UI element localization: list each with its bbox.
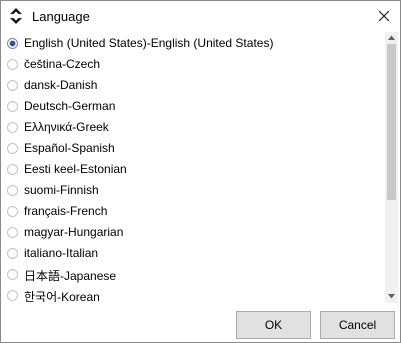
language-item[interactable]: 日本語-Japanese <box>1 264 381 285</box>
language-item[interactable]: Eesti keel-Estonian <box>1 159 381 180</box>
scroll-track[interactable] <box>387 44 396 291</box>
language-radio[interactable] <box>7 101 18 112</box>
title-bar: Language <box>1 1 400 32</box>
language-radio[interactable] <box>7 206 18 217</box>
language-radio[interactable] <box>7 248 18 259</box>
close-button[interactable] <box>368 1 400 32</box>
diamond-arrows-icon <box>9 8 23 24</box>
language-radio[interactable] <box>7 59 18 70</box>
language-radio[interactable] <box>7 80 18 91</box>
language-item[interactable]: čeština-Czech <box>1 54 381 75</box>
language-label: Deutsch-German <box>24 99 116 113</box>
language-radio[interactable] <box>7 185 18 196</box>
language-label: čeština-Czech <box>24 57 101 71</box>
language-label: dansk-Danish <box>24 78 98 92</box>
language-item[interactable]: English (United States)-English (United … <box>1 33 381 54</box>
close-icon <box>378 10 390 22</box>
language-item[interactable]: dansk-Danish <box>1 75 381 96</box>
language-label: Español-Spanish <box>24 141 115 155</box>
language-item[interactable]: italiano-Italian <box>1 243 381 264</box>
language-item[interactable]: Español-Spanish <box>1 138 381 159</box>
language-label: 日本語-Japanese <box>24 269 117 283</box>
language-radio[interactable] <box>7 269 18 280</box>
language-item[interactable]: magyar-Hungarian <box>1 222 381 243</box>
scroll-thumb[interactable] <box>387 44 396 200</box>
language-label: italiano-Italian <box>24 246 99 260</box>
scroll-down-arrow-icon <box>388 294 395 299</box>
language-list[interactable]: English (United States)-English (United … <box>1 32 385 302</box>
language-item[interactable]: Ελληνικά-Greek <box>1 117 381 138</box>
language-label: 한국어-Korean <box>24 290 100 302</box>
language-radio[interactable] <box>7 227 18 238</box>
scroll-up-arrow-icon <box>388 35 395 40</box>
language-radio[interactable] <box>7 122 18 133</box>
language-item[interactable]: 한국어-Korean <box>1 285 381 302</box>
language-item[interactable]: français-French <box>1 201 381 222</box>
language-radio[interactable] <box>7 38 18 49</box>
language-item[interactable]: Deutsch-German <box>1 96 381 117</box>
language-label: Ελληνικά-Greek <box>24 120 109 134</box>
language-item[interactable]: suomi-Finnish <box>1 180 381 201</box>
language-label: magyar-Hungarian <box>24 225 124 239</box>
language-radio[interactable] <box>7 143 18 154</box>
ok-button[interactable]: OK <box>236 311 311 339</box>
language-label: français-French <box>24 204 108 218</box>
language-label: suomi-Finnish <box>24 183 99 197</box>
language-radio[interactable] <box>7 164 18 175</box>
dialog-title: Language <box>32 9 90 24</box>
language-radio[interactable] <box>7 290 18 301</box>
cancel-button[interactable]: Cancel <box>320 311 395 339</box>
vertical-scrollbar[interactable] <box>385 32 398 303</box>
language-dialog: Language English (United States)-English… <box>0 0 401 343</box>
scroll-up-button[interactable] <box>385 32 398 44</box>
scroll-down-button[interactable] <box>385 291 398 303</box>
language-label: English (United States)-English (United … <box>24 36 274 50</box>
language-label: Eesti keel-Estonian <box>24 162 127 176</box>
